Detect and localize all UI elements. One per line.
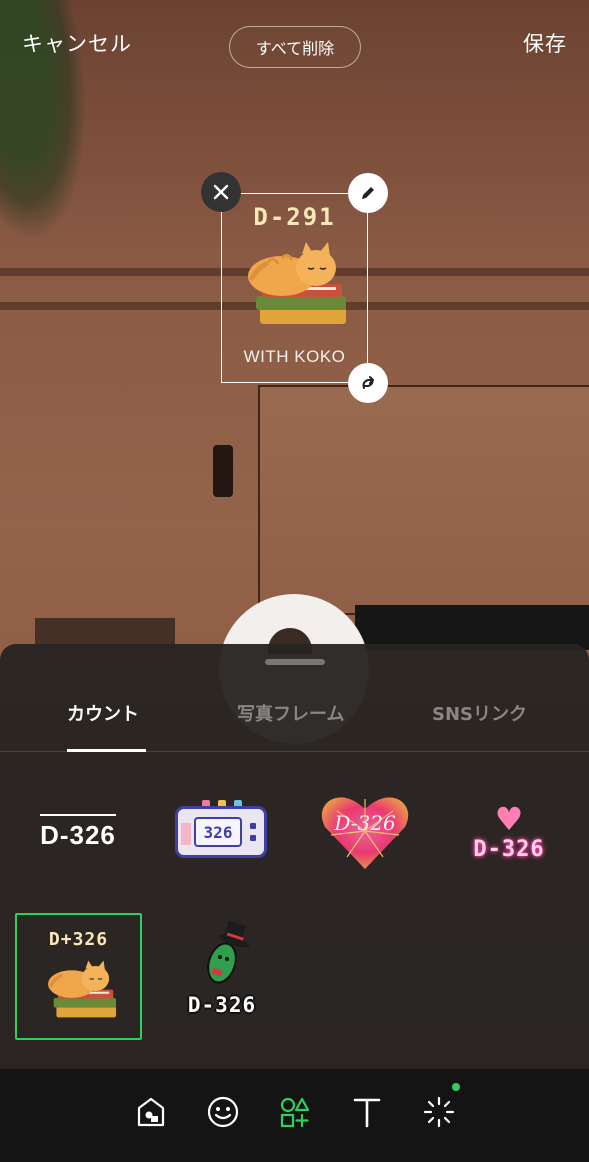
sticker-option-alarm-clock[interactable]: 326	[158, 769, 284, 895]
top-hat-bean-shape	[207, 920, 250, 984]
sticker-option-neon-heart[interactable]: ♥ D-326	[446, 769, 572, 895]
sticker-option-text: D-326	[473, 836, 545, 862]
sticker-option-plain[interactable]: D-326	[15, 769, 141, 895]
active-tab-indicator	[67, 749, 146, 752]
sticker-option-bean-top-hat[interactable]: D-326	[158, 913, 284, 1039]
clock-knob	[202, 800, 210, 806]
heart-icon: ♥	[494, 799, 524, 838]
firework-heart-icon: D-326	[317, 791, 413, 873]
sticker-option-firework-heart[interactable]: D-326	[302, 769, 428, 895]
clear-all-button[interactable]: すべて削除	[229, 26, 361, 68]
sticker-option-text: D-326	[40, 813, 116, 851]
clock-button	[250, 823, 256, 829]
effects-tool-button[interactable]	[421, 1094, 457, 1130]
cancel-button[interactable]: キャンセル	[22, 28, 132, 58]
sticker-caption: WITH KOKO	[243, 347, 346, 366]
text-icon	[353, 1098, 381, 1128]
effects-icon	[423, 1096, 455, 1128]
clock-button	[250, 835, 256, 841]
edit-sticker-button[interactable]	[348, 173, 388, 213]
sticker-option-text: D-326	[334, 811, 396, 835]
editor-toolbar	[0, 1069, 589, 1162]
cat-on-books-icon	[48, 960, 117, 1018]
remove-sticker-button[interactable]	[201, 172, 241, 212]
rotate-scale-handle[interactable]	[348, 363, 388, 403]
rotate-icon	[362, 376, 374, 389]
clock-side-tag	[181, 823, 191, 845]
tab-sns-link[interactable]: SNSリンク	[432, 700, 527, 726]
tab-count[interactable]: カウント	[67, 700, 139, 726]
wall-lamp	[213, 445, 233, 497]
clock-knob	[234, 800, 242, 806]
alarm-clock-icon: 326	[175, 800, 267, 858]
text-tool-button[interactable]	[349, 1094, 385, 1130]
sticker-option-text: D+326	[48, 929, 109, 950]
sticker-tabs: カウント 写真フレーム SNSリンク	[0, 694, 589, 752]
sticker-count-text: D-291	[253, 203, 336, 231]
wall-panel	[258, 385, 589, 615]
bean-character-icon: D-326	[176, 920, 266, 1031]
clock-screen: 326	[194, 817, 242, 847]
cat-on-books-illustration	[248, 242, 346, 324]
shapes-icon	[280, 1097, 310, 1128]
sticker-option-cat-books[interactable]: D+326	[15, 913, 142, 1040]
emoji-icon	[207, 1096, 239, 1128]
new-feature-dot	[452, 1083, 460, 1091]
sheet-grabber[interactable]	[265, 659, 325, 665]
sticker-panel: カウント 写真フレーム SNSリンク D-326 326 D-326 ♥ D-3…	[0, 644, 589, 1069]
emoji-tool-button[interactable]	[205, 1094, 241, 1130]
sticker-option-text: D-326	[187, 993, 257, 1017]
pencil-icon	[362, 187, 374, 199]
close-icon	[213, 184, 229, 200]
save-button[interactable]: 保存	[523, 28, 567, 58]
shapes-tool-button[interactable]	[277, 1094, 313, 1130]
background-tool-button[interactable]	[133, 1094, 169, 1130]
tab-photo-frame[interactable]: 写真フレーム	[237, 700, 344, 726]
background-icon	[137, 1097, 165, 1127]
clock-knob	[218, 800, 226, 806]
